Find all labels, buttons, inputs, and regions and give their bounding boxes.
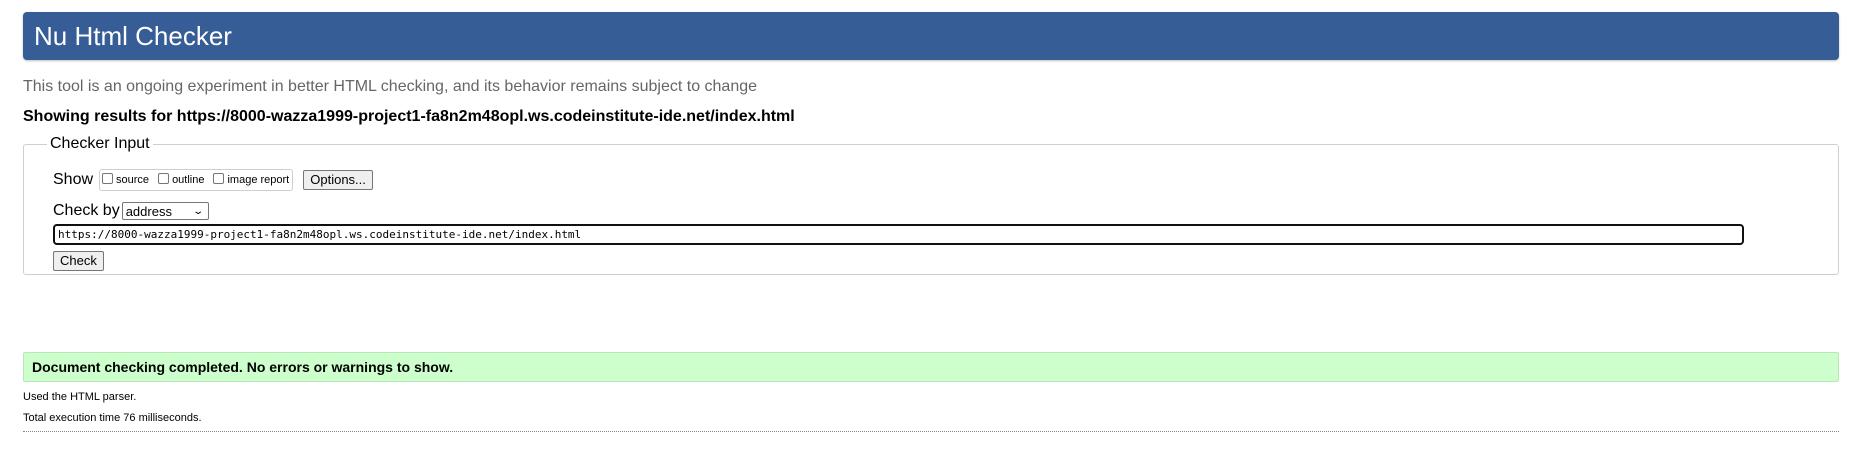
header-bar: Nu Html Checker [23, 12, 1839, 60]
success-message: Document checking completed. No errors o… [23, 352, 1839, 382]
show-image-report-option[interactable]: image report [213, 172, 290, 186]
parser-note: Used the HTML parser. [23, 391, 137, 403]
outline-checkbox[interactable] [158, 172, 170, 184]
checker-page: Nu Html Checker This tool is an ongoing … [23, 12, 1839, 432]
options-button[interactable]: Options... [303, 170, 373, 190]
check-by-row: Check by address ⌄ [53, 202, 1809, 220]
check-button[interactable]: Check [53, 251, 104, 271]
url-input-value: https://8000-wazza1999-project1-fa8n2m48… [58, 228, 582, 241]
intro-text: This tool is an ongoing experiment in be… [23, 78, 758, 95]
show-outline-option[interactable]: outline [158, 172, 205, 186]
source-checkbox[interactable] [102, 172, 114, 184]
check-button-row: Check [53, 251, 1809, 271]
checker-input-legend: Checker Input [50, 135, 150, 152]
page-title: Nu Html Checker [34, 20, 232, 51]
url-input[interactable]: https://8000-wazza1999-project1-fa8n2m48… [53, 224, 1744, 245]
results-for-heading: Showing results for https://8000-wazza19… [23, 108, 795, 125]
show-label: Show [53, 171, 94, 188]
show-row: Show source outline image report Options… [53, 169, 1809, 191]
check-by-selected-value: address [125, 203, 172, 219]
image-report-checkbox[interactable] [213, 172, 225, 184]
check-by-label: Check by [53, 202, 120, 219]
chevron-down-icon: ⌄ [192, 205, 205, 217]
show-options-group: source outline image report [99, 169, 294, 191]
divider [23, 431, 1839, 432]
show-source-option[interactable]: source [102, 172, 150, 186]
check-by-select[interactable]: address ⌄ [121, 202, 209, 220]
image-report-checkbox-label: image report [227, 174, 290, 186]
source-checkbox-label: source [116, 174, 150, 186]
checker-input-fieldset: Checker Input Show source outline image … [23, 135, 1839, 275]
outline-checkbox-label: outline [172, 174, 205, 186]
execution-time: Total execution time 76 milliseconds. [23, 412, 202, 424]
